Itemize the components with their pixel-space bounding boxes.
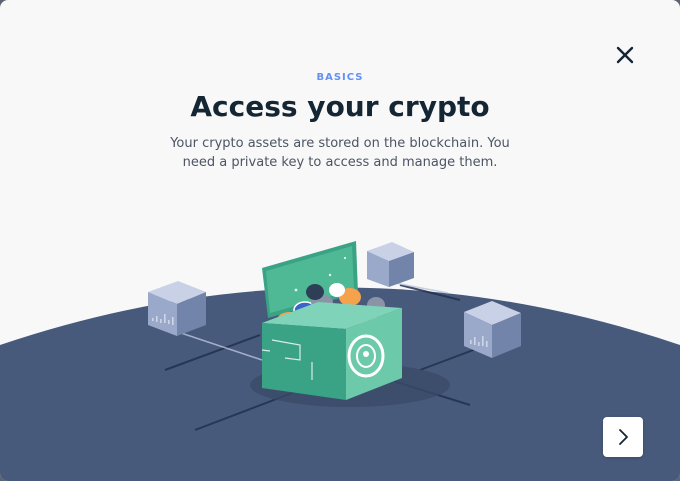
- blockchain-illustration: [0, 241, 680, 481]
- next-button[interactable]: [603, 417, 643, 457]
- page-subtitle: Your crypto assets are stored on the blo…: [170, 136, 510, 170]
- page-title: Access your crypto: [190, 90, 490, 123]
- onboarding-modal: BASICS Access your crypto Your crypto as…: [0, 0, 680, 481]
- close-icon: [616, 46, 634, 64]
- top-block-cube: [367, 242, 414, 287]
- chevron-right-icon: [619, 429, 628, 445]
- chest-body: [261, 302, 402, 400]
- close-button[interactable]: [610, 40, 640, 70]
- left-block-cube: [148, 281, 206, 336]
- right-block-cube: [464, 301, 521, 358]
- section-eyebrow: BASICS: [316, 72, 364, 83]
